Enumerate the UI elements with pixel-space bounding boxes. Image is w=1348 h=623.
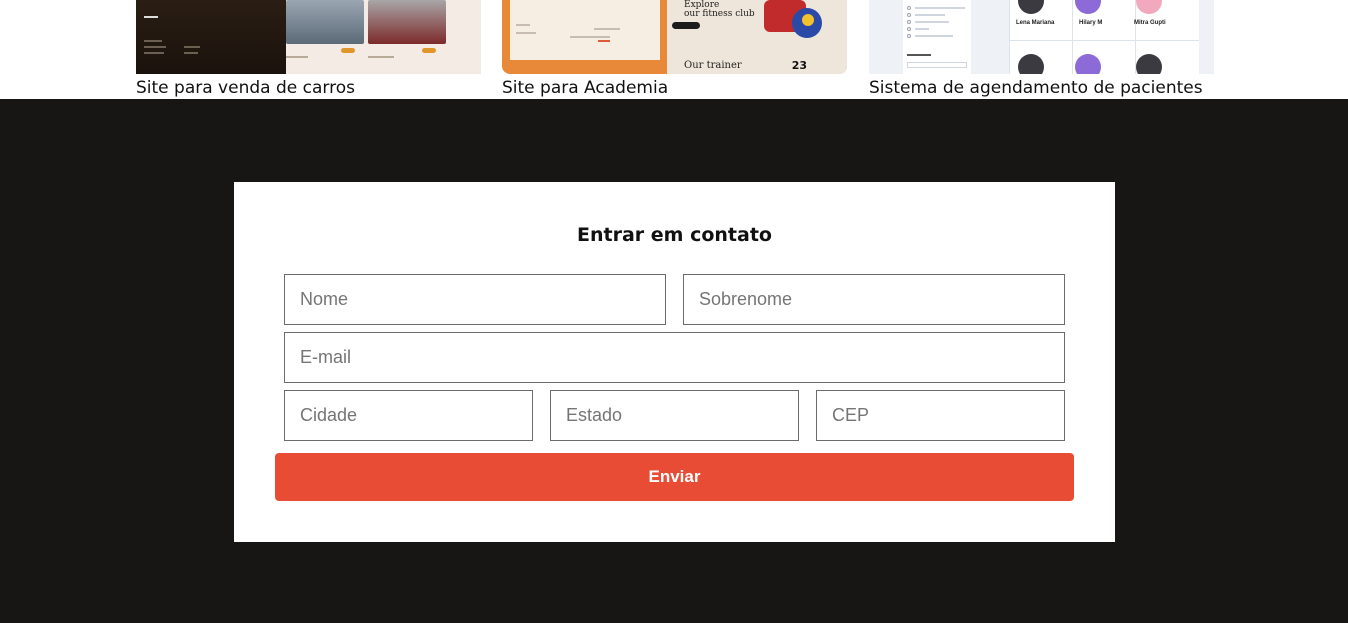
avatar (1018, 54, 1044, 74)
thumb-text-line (594, 28, 620, 30)
thumb-text-line (144, 52, 164, 54)
project-thumbnail[interactable]: Lena Mariana Hilary M Mitra Gupti (869, 0, 1214, 74)
thumb-button (598, 40, 610, 42)
thumb-checkbox (907, 20, 911, 24)
thumb-text-line (144, 46, 166, 48)
thumb-checkbox (907, 13, 911, 17)
thumb-text-line (144, 40, 162, 42)
thumb-number: 23 (791, 59, 807, 72)
portfolio-section: Site para venda de carros Explore our fi… (0, 0, 1348, 99)
car-image (286, 0, 364, 44)
cidade-field[interactable] (284, 390, 533, 441)
thumb-checkbox (907, 27, 911, 31)
car-image (368, 0, 446, 44)
thumb-text-line (184, 52, 198, 54)
thumb-text-line (184, 46, 200, 48)
thumb-grid-line (1072, 0, 1073, 74)
thumb-name: Lena Mariana (1016, 20, 1055, 26)
cep-field[interactable] (816, 390, 1065, 441)
thumb-heading: Our trainer (684, 60, 742, 71)
project-card-carros[interactable]: Site para venda de carros (136, 0, 481, 99)
project-caption[interactable]: Site para venda de carros (136, 78, 481, 99)
thumb-button (672, 22, 700, 29)
form-title: Entrar em contato (577, 224, 772, 246)
thumb-heading: our fitness club (684, 9, 755, 19)
thumb-button (341, 48, 355, 53)
thumb-logo (144, 16, 158, 18)
thumb-button (422, 48, 436, 53)
thumb-grid-line (1009, 40, 1199, 41)
thumb-text-line (368, 56, 394, 58)
thumb-decoration (802, 14, 814, 26)
estado-field[interactable] (550, 390, 799, 441)
thumb-text-line (907, 54, 931, 56)
project-card-academia[interactable]: Explore our fitness club Our trainer 23 … (502, 0, 847, 99)
contact-section: Entrar em contato Enviar (0, 99, 1348, 623)
thumb-panel (136, 0, 286, 74)
thumb-text-line (570, 36, 610, 38)
sobrenome-field[interactable] (683, 274, 1065, 325)
thumb-checkbox (907, 34, 911, 38)
email-field[interactable] (284, 332, 1065, 383)
thumb-text-line (915, 21, 949, 23)
thumb-text-line (516, 32, 536, 34)
thumb-text-line (915, 28, 929, 30)
project-card-agendamento[interactable]: Lena Mariana Hilary M Mitra Gupti Sistem… (869, 0, 1214, 99)
avatar (1136, 54, 1162, 74)
contact-form: Entrar em contato Enviar (234, 182, 1115, 542)
thumb-text-line (915, 14, 945, 16)
avatar (1075, 54, 1101, 74)
project-caption[interactable]: Site para Academia (502, 78, 847, 99)
thumb-name: Mitra Gupti (1134, 20, 1166, 26)
project-thumbnail[interactable] (136, 0, 481, 74)
project-caption[interactable]: Sistema de agendamento de pacientes (869, 78, 1214, 99)
thumb-text-line (915, 35, 953, 37)
thumb-text-line (915, 7, 965, 9)
thumb-name: Hilary M (1079, 20, 1103, 26)
project-thumbnail[interactable]: Explore our fitness club Our trainer 23 (502, 0, 847, 74)
thumb-text-line (516, 24, 530, 26)
send-button[interactable]: Enviar (275, 453, 1074, 501)
thumb-panel (510, 0, 660, 60)
nome-field[interactable] (284, 274, 666, 325)
thumb-checkbox (907, 6, 911, 10)
thumb-text-line (286, 56, 308, 58)
thumb-input (907, 62, 967, 68)
